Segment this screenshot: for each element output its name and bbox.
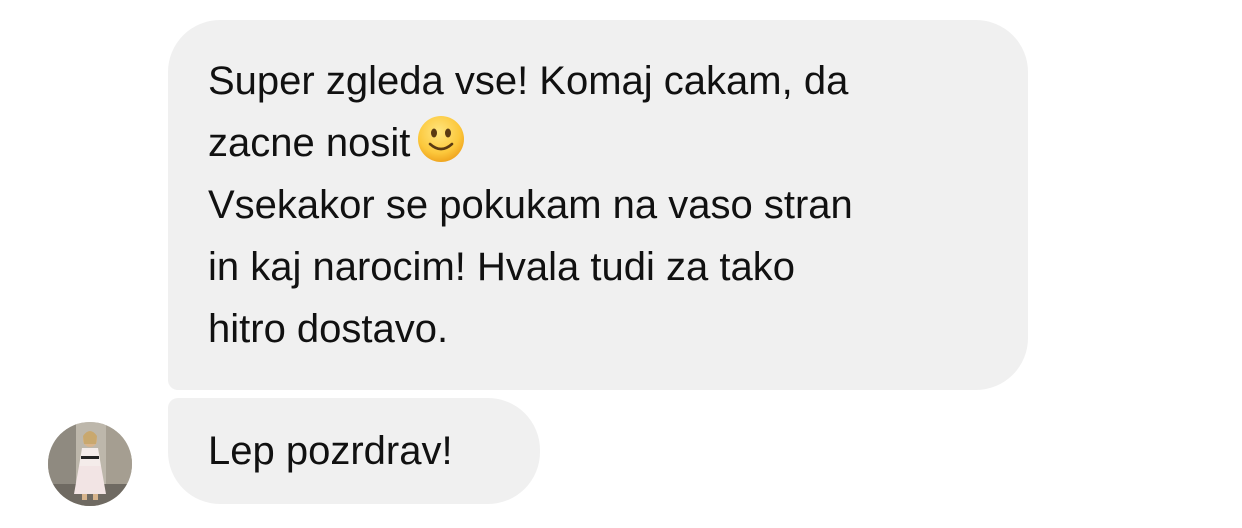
message-line: Lep pozrdrav! bbox=[208, 429, 453, 473]
message-bubble[interactable]: Lep pozrdrav! bbox=[168, 398, 540, 504]
message-line: Vsekakor se pokukam na vaso stran bbox=[208, 183, 853, 227]
message-line: in kaj narocim! Hvala tudi za tako bbox=[208, 245, 795, 289]
message-bubble[interactable]: Super zgleda vse! Komaj cakam, da zacne … bbox=[168, 20, 1028, 390]
message-thread: Super zgleda vse! Komaj cakam, da zacne … bbox=[0, 0, 1242, 528]
slightly-smiling-face-icon bbox=[416, 114, 466, 164]
avatar[interactable] bbox=[48, 422, 132, 506]
message-line: zacne nosit bbox=[208, 112, 988, 174]
message-line: Super zgleda vse! Komaj cakam, da bbox=[208, 59, 849, 103]
avatar-photo bbox=[48, 422, 132, 506]
message-line: hitro dostavo. bbox=[208, 307, 449, 351]
message-line-text: zacne nosit bbox=[208, 121, 411, 165]
